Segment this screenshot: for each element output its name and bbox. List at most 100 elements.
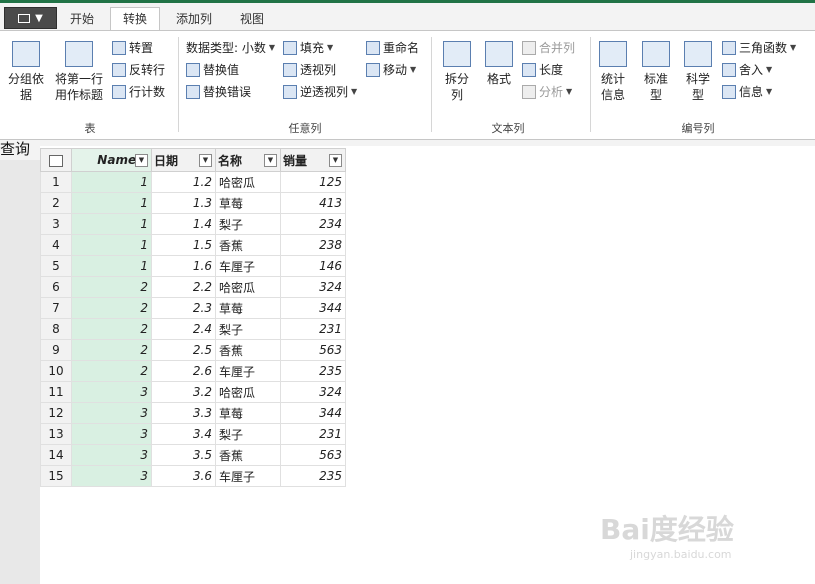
filter-dropdown-icon[interactable]: ▼ [264,154,277,167]
table-row[interactable]: 10 2 2.6 车厘子 235 [40,360,346,382]
table-row[interactable]: 5 1 1.6 车厘子 146 [40,255,346,277]
cell-name[interactable]: 车厘子 [215,360,281,382]
cell-date[interactable]: 1.5 [151,234,216,256]
cell-name1[interactable]: 2 [71,297,152,319]
tab-add-column[interactable]: 添加列 [168,8,220,30]
cell-name[interactable]: 香蕉 [215,444,281,466]
row-number[interactable]: 13 [40,423,72,445]
query-pane-label[interactable]: 查询 [0,138,30,159]
cell-sales[interactable]: 125 [280,171,346,193]
column-header-date[interactable]: 日期 ▼ [151,148,216,172]
table-row[interactable]: 15 3 3.6 车厘子 235 [40,465,346,487]
filter-dropdown-icon[interactable]: ▼ [199,154,212,167]
reverse-rows-button[interactable]: 反转行 [112,61,165,78]
scientific-button[interactable]: 科学型 [682,41,714,103]
table-row[interactable]: 3 1 1.4 梨子 234 [40,213,346,235]
group-by-button[interactable]: 分组依据 [8,41,44,103]
row-number[interactable]: 8 [40,318,72,340]
cell-date[interactable]: 1.4 [151,213,216,235]
cell-sales[interactable]: 231 [280,318,346,340]
cell-name[interactable]: 哈密瓜 [215,276,281,298]
table-row[interactable]: 7 2 2.3 草莓 344 [40,297,346,319]
cell-sales[interactable]: 344 [280,297,346,319]
cell-name[interactable]: 哈密瓜 [215,171,281,193]
length-button[interactable]: 长度 [522,61,563,78]
column-header-name[interactable]: 名称 ▼ [215,148,281,172]
cell-sales[interactable]: 413 [280,192,346,214]
filter-dropdown-icon[interactable]: ▼ [135,154,148,167]
row-number[interactable]: 12 [40,402,72,424]
cell-date[interactable]: 2.2 [151,276,216,298]
table-row[interactable]: 8 2 2.4 梨子 231 [40,318,346,340]
merge-columns-button[interactable]: 合并列 [522,39,575,56]
cell-name1[interactable]: 3 [71,465,152,487]
cell-name[interactable]: 梨子 [215,213,281,235]
cell-name1[interactable]: 1 [71,192,152,214]
use-first-row-button[interactable]: 将第一行用作标题 [50,41,108,103]
cell-sales[interactable]: 235 [280,465,346,487]
cell-name1[interactable]: 2 [71,360,152,382]
cell-date[interactable]: 3.3 [151,402,216,424]
cell-date[interactable]: 1.6 [151,255,216,277]
column-header-name1[interactable]: Name.1 ▼ [71,148,152,172]
cell-date[interactable]: 3.5 [151,444,216,466]
tab-view[interactable]: 视图 [232,8,272,30]
cell-sales[interactable]: 231 [280,423,346,445]
cell-name[interactable]: 草莓 [215,297,281,319]
cell-date[interactable]: 2.5 [151,339,216,361]
cell-name[interactable]: 车厘子 [215,255,281,277]
cell-name1[interactable]: 2 [71,318,152,340]
information-button[interactable]: 信息 ▼ [722,83,772,100]
row-number[interactable]: 2 [40,192,72,214]
pivot-column-button[interactable]: 透视列 [283,61,336,78]
cell-date[interactable]: 2.6 [151,360,216,382]
cell-name1[interactable]: 2 [71,276,152,298]
replace-values-button[interactable]: 替换值 [186,61,239,78]
cell-name[interactable]: 香蕉 [215,234,281,256]
fill-button[interactable]: 填充 ▼ [283,39,333,56]
format-button[interactable]: 格式 [483,41,515,87]
row-number[interactable]: 3 [40,213,72,235]
cell-date[interactable]: 1.2 [151,171,216,193]
replace-errors-button[interactable]: 替换错误 [186,83,251,100]
trigonometry-button[interactable]: 三角函数 ▼ [722,39,796,56]
cell-date[interactable]: 3.4 [151,423,216,445]
cell-name1[interactable]: 2 [71,339,152,361]
cell-sales[interactable]: 563 [280,444,346,466]
table-row[interactable]: 11 3 3.2 哈密瓜 324 [40,381,346,403]
cell-sales[interactable]: 563 [280,339,346,361]
table-row[interactable]: 9 2 2.5 香蕉 563 [40,339,346,361]
cell-date[interactable]: 3.6 [151,465,216,487]
statistics-button[interactable]: 统计信息 [596,41,630,103]
table-row[interactable]: 2 1 1.3 草莓 413 [40,192,346,214]
table-row[interactable]: 4 1 1.5 香蕉 238 [40,234,346,256]
cell-sales[interactable]: 344 [280,402,346,424]
rename-button[interactable]: 重命名 [366,39,419,56]
cell-sales[interactable]: 324 [280,381,346,403]
column-header-sales[interactable]: 销量 ▼ [280,148,346,172]
row-number[interactable]: 11 [40,381,72,403]
standard-button[interactable]: 标准型 [640,41,672,103]
cell-sales[interactable]: 238 [280,234,346,256]
tab-home[interactable]: 开始 [62,8,102,30]
cell-name[interactable]: 香蕉 [215,339,281,361]
unpivot-columns-button[interactable]: 逆透视列 ▼ [283,83,357,100]
count-rows-button[interactable]: 行计数 [112,83,165,100]
table-row[interactable]: 14 3 3.5 香蕉 563 [40,444,346,466]
cell-name1[interactable]: 3 [71,444,152,466]
row-number[interactable]: 1 [40,171,72,193]
cell-name[interactable]: 哈密瓜 [215,381,281,403]
data-type-dropdown[interactable]: 数据类型: 小数 ▼ [186,39,275,56]
row-number[interactable]: 14 [40,444,72,466]
row-number[interactable]: 7 [40,297,72,319]
rounding-button[interactable]: 舍入 ▼ [722,61,772,78]
cell-date[interactable]: 2.3 [151,297,216,319]
split-column-button[interactable]: 拆分列 [440,41,474,103]
table-row[interactable]: 6 2 2.2 哈密瓜 324 [40,276,346,298]
cell-name[interactable]: 车厘子 [215,465,281,487]
row-number[interactable]: 5 [40,255,72,277]
cell-name1[interactable]: 1 [71,234,152,256]
row-number[interactable]: 6 [40,276,72,298]
cell-sales[interactable]: 324 [280,276,346,298]
cell-name1[interactable]: 3 [71,402,152,424]
